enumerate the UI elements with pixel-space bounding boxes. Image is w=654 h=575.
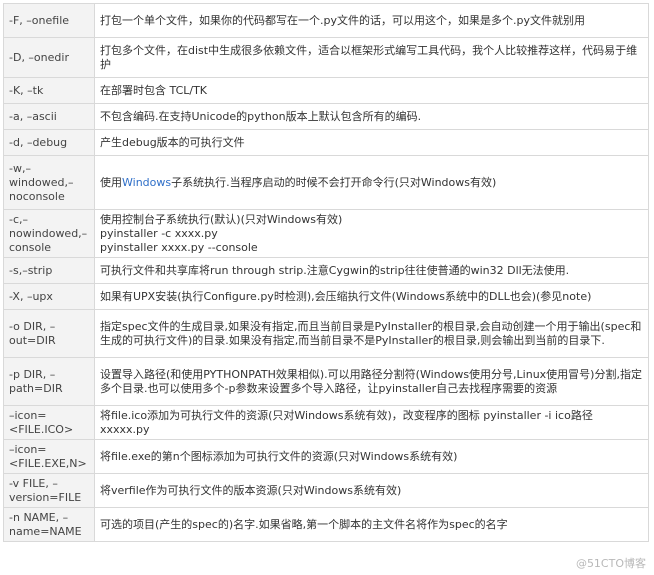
description-cell: 打包多个文件，在dist中生成很多依赖文件，适合以框架形式编写工具代码，我个人比… xyxy=(94,37,649,78)
desc-line: pyinstaller -c xxxx.py xyxy=(100,226,218,240)
desc-line: 使用控制台子系统执行(默认)(只对Windows有效) xyxy=(100,212,343,226)
description-cell: 不包含编码.在支持Unicode的python版本上默认包含所有的编码. xyxy=(94,103,649,130)
option-cell: –icon=<FILE.ICO> xyxy=(3,405,95,440)
description-cell: 将verfile作为可执行文件的版本资源(只对Windows系统有效) xyxy=(94,473,649,508)
table-row: -v FILE, –version=FILE 将verfile作为可执行文件的版… xyxy=(3,473,649,508)
options-table: -F, –onefile 打包一个单个文件，如果你的代码都写在一个.py文件的话… xyxy=(3,3,649,542)
description-cell: 指定spec文件的生成目录,如果没有指定,而且当前目录是PyInstaller的… xyxy=(94,309,649,358)
table-row: -p DIR, –path=DIR 设置导入路径(和使用PYTHONPATH效果… xyxy=(3,357,649,406)
description-cell: 使用控制台子系统执行(默认)(只对Windows有效) pyinstaller … xyxy=(94,209,649,258)
table-row: -K, –tk 在部署时包含 TCL/TK xyxy=(3,77,649,104)
option-cell: -K, –tk xyxy=(3,77,95,104)
table-row: -F, –onefile 打包一个单个文件，如果你的代码都写在一个.py文件的话… xyxy=(3,3,649,38)
table-row: -n NAME, –name=NAME 可选的项目(产生的spec的)名字.如果… xyxy=(3,507,649,542)
option-cell: -o DIR, –out=DIR xyxy=(3,309,95,358)
description-cell: 可执行文件和共享库将run through strip.注意Cygwin的str… xyxy=(94,257,649,284)
table-row: -D, –onedir 打包多个文件，在dist中生成很多依赖文件，适合以框架形… xyxy=(3,37,649,78)
description-cell: 将file.ico添加为可执行文件的资源(只对Windows系统有效)，改变程序… xyxy=(94,405,649,440)
option-cell: -p DIR, –path=DIR xyxy=(3,357,95,406)
option-cell: -D, –onedir xyxy=(3,37,95,78)
description-cell: 将file.exe的第n个图标添加为可执行文件的资源(只对Windows系统有效… xyxy=(94,439,649,474)
description-cell: 如果有UPX安装(执行Configure.py时检测),会压缩执行文件(Wind… xyxy=(94,283,649,310)
table-row: -a, –ascii 不包含编码.在支持Unicode的python版本上默认包… xyxy=(3,103,649,130)
option-cell: -X, –upx xyxy=(3,283,95,310)
desc-text: 使用 xyxy=(100,175,122,189)
option-cell: -v FILE, –version=FILE xyxy=(3,473,95,508)
description-cell: 打包一个单个文件，如果你的代码都写在一个.py文件的话，可以用这个，如果是多个.… xyxy=(94,3,649,38)
watermark: @51CTO博客 xyxy=(575,557,646,570)
table-row: -w,–windowed,–noconsole 使用Windows子系统执行.当… xyxy=(3,155,649,210)
description-cell: 可选的项目(产生的spec的)名字.如果省略,第一个脚本的主文件名将作为spec… xyxy=(94,507,649,542)
option-cell: -n NAME, –name=NAME xyxy=(3,507,95,542)
table-row: -d, –debug 产生debug版本的可执行文件 xyxy=(3,129,649,156)
desc-text: 子系统执行.当程序启动的时候不会打开命令行(只对Windows有效) xyxy=(171,175,497,189)
table-row: -o DIR, –out=DIR 指定spec文件的生成目录,如果没有指定,而且… xyxy=(3,309,649,358)
table-row: –icon=<FILE.EXE,N> 将file.exe的第n个图标添加为可执行… xyxy=(3,439,649,474)
description-cell: 使用Windows子系统执行.当程序启动的时候不会打开命令行(只对Windows… xyxy=(94,155,649,210)
table-row: -X, –upx 如果有UPX安装(执行Configure.py时检测),会压缩… xyxy=(3,283,649,310)
desc-line: pyinstaller xxxx.py --console xyxy=(100,240,258,254)
table-row: –icon=<FILE.ICO> 将file.ico添加为可执行文件的资源(只对… xyxy=(3,405,649,440)
windows-link[interactable]: Windows xyxy=(122,176,171,189)
option-cell: -a, –ascii xyxy=(3,103,95,130)
option-cell: -c,–nowindowed,–console xyxy=(3,209,95,258)
table-row: -s,–strip 可执行文件和共享库将run through strip.注意… xyxy=(3,257,649,284)
option-cell: -s,–strip xyxy=(3,257,95,284)
table-row: -c,–nowindowed,–console 使用控制台子系统执行(默认)(只… xyxy=(3,209,649,258)
option-cell: -F, –onefile xyxy=(3,3,95,38)
option-cell: -w,–windowed,–noconsole xyxy=(3,155,95,210)
option-cell: -d, –debug xyxy=(3,129,95,156)
description-cell: 在部署时包含 TCL/TK xyxy=(94,77,649,104)
description-cell: 设置导入路径(和使用PYTHONPATH效果相似).可以用路径分割符(Windo… xyxy=(94,357,649,406)
option-cell: –icon=<FILE.EXE,N> xyxy=(3,439,95,474)
description-cell: 产生debug版本的可执行文件 xyxy=(94,129,649,156)
